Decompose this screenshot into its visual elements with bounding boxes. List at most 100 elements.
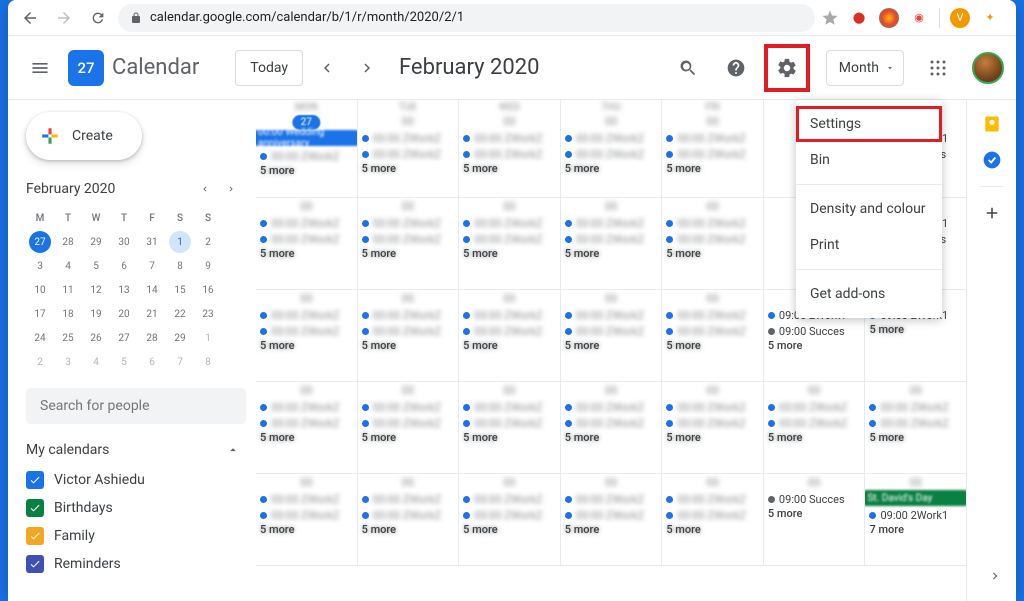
mini-calendar-day[interactable]: 7 <box>166 350 194 374</box>
profile-badge[interactable]: V <box>950 8 970 28</box>
day-cell[interactable]: MON2700:00 Wedding anniversary00:00 ZWor… <box>256 100 358 197</box>
mini-calendar-day[interactable]: 28 <box>54 230 82 254</box>
more-events-link[interactable]: 7 more <box>869 523 962 536</box>
browser-forward-button[interactable] <box>50 4 78 32</box>
mini-calendar-day[interactable]: 19 <box>82 302 110 326</box>
event-item[interactable]: 09:00 2Work1 <box>869 507 962 523</box>
mini-calendar-day[interactable]: 12 <box>82 278 110 302</box>
create-button[interactable]: Create <box>26 112 142 160</box>
day-cell[interactable]: 0000:00 ZWorkZ00:00 ZWorkZ5 more <box>662 290 764 381</box>
day-cell[interactable]: TUE0000:00 ZWorkZ00:00 ZWorkZ5 more <box>358 100 460 197</box>
settings-menu-item[interactable]: Print <box>796 227 942 263</box>
day-cell[interactable]: 0000:00 ZWorkZ00:00 ZWorkZ5 more <box>561 474 663 565</box>
mini-calendar-day[interactable]: 3 <box>26 254 54 278</box>
my-calendars-toggle[interactable]: My calendars <box>26 442 246 458</box>
settings-gear-button[interactable] <box>764 44 810 92</box>
mini-calendar-day[interactable]: 4 <box>54 254 82 278</box>
tasks-addon-icon[interactable] <box>982 150 1002 170</box>
calendar-toggle-item[interactable]: Family <box>26 522 246 550</box>
google-apps-button[interactable] <box>918 48 958 88</box>
main-menu-button[interactable] <box>20 48 60 88</box>
mini-calendar-day[interactable]: 11 <box>54 278 82 302</box>
day-cell[interactable]: 0000:00 ZWorkZ00:00 ZWorkZ5 more <box>256 474 358 565</box>
day-cell[interactable]: 0000:00 ZWorkZ00:00 ZWorkZ5 more <box>358 474 460 565</box>
extension-icon-4[interactable]: ✦ <box>980 8 1000 28</box>
mini-calendar-day[interactable]: 31 <box>138 230 166 254</box>
day-cell[interactable]: WED0000:00 ZWorkZ00:00 ZWorkZ5 more <box>459 100 561 197</box>
mini-calendar-day[interactable]: 5 <box>110 350 138 374</box>
settings-menu-item[interactable]: Get add-ons <box>796 276 942 312</box>
extension-icon-2[interactable] <box>879 8 899 28</box>
mini-calendar-day[interactable]: 27 <box>29 231 51 253</box>
mini-calendar-day[interactable]: 1 <box>169 231 191 253</box>
day-cell[interactable]: 0000:00 ZWorkZ00:00 ZWorkZ5 more <box>865 382 966 473</box>
support-button[interactable] <box>716 48 756 88</box>
mini-calendar-day[interactable]: 20 <box>110 302 138 326</box>
day-cell[interactable]: 0000:00 ZWorkZ00:00 ZWorkZ5 more <box>459 198 561 289</box>
mini-calendar-day[interactable]: 5 <box>82 254 110 278</box>
mini-calendar-day[interactable]: 29 <box>82 230 110 254</box>
mini-calendar-day[interactable]: 2 <box>194 230 222 254</box>
day-cell[interactable]: 0000:00 ZWorkZ00:00 ZWorkZ5 more <box>662 474 764 565</box>
calendar-toggle-item[interactable]: Reminders <box>26 550 246 578</box>
settings-menu-item[interactable]: Settings <box>796 106 942 142</box>
more-events-link[interactable]: 5 more <box>768 507 861 520</box>
day-cell[interactable]: 0000:00 ZWorkZ00:00 ZWorkZ5 more <box>662 382 764 473</box>
mini-calendar-day[interactable]: 7 <box>138 254 166 278</box>
mini-calendar-day[interactable]: 18 <box>54 302 82 326</box>
mini-calendar-day[interactable]: 6 <box>110 254 138 278</box>
view-selector[interactable]: Month <box>826 50 904 86</box>
mini-calendar-day[interactable]: 2 <box>26 350 54 374</box>
browser-reload-button[interactable] <box>84 4 112 32</box>
event-item[interactable]: 09:00 Succes <box>768 491 861 507</box>
mini-calendar-day[interactable]: 29 <box>166 326 194 350</box>
mini-calendar-day[interactable]: 8 <box>194 350 222 374</box>
mini-calendar-day[interactable]: 24 <box>26 326 54 350</box>
settings-menu-item[interactable]: Density and colour <box>796 191 942 227</box>
mini-calendar-day[interactable]: 17 <box>26 302 54 326</box>
search-button[interactable] <box>668 48 708 88</box>
prev-period-button[interactable] <box>311 52 343 84</box>
day-cell[interactable]: THU0000:00 ZWorkZ00:00 ZWorkZ5 more <box>561 100 663 197</box>
mini-calendar-day[interactable]: 22 <box>166 302 194 326</box>
day-cell[interactable]: 0000:00 ZWorkZ00:00 ZWorkZ5 more <box>662 198 764 289</box>
mini-calendar-day[interactable]: 10 <box>26 278 54 302</box>
mini-calendar-day[interactable]: 21 <box>138 302 166 326</box>
keep-addon-icon[interactable] <box>982 114 1002 134</box>
mini-calendar-day[interactable]: 1 <box>194 326 222 350</box>
mini-calendar-day[interactable]: 28 <box>138 326 166 350</box>
day-cell[interactable]: 0000:00 ZWorkZ00:00 ZWorkZ5 more <box>358 382 460 473</box>
mini-next-button[interactable] <box>220 178 242 200</box>
extension-icon-3[interactable]: ◉ <box>909 8 929 28</box>
next-period-button[interactable] <box>351 52 383 84</box>
day-cell[interactable]: 0000:00 ZWorkZ00:00 ZWorkZ5 more <box>561 382 663 473</box>
mini-calendar-day[interactable]: 30 <box>110 230 138 254</box>
mini-calendar-day[interactable]: 23 <box>194 302 222 326</box>
extension-icon-1[interactable]: ⬤ <box>849 8 869 28</box>
mini-calendar-day[interactable]: 4 <box>82 350 110 374</box>
day-cell[interactable]: 0000:00 ZWorkZ00:00 ZWorkZ5 more <box>459 382 561 473</box>
search-people-input[interactable] <box>26 388 246 424</box>
day-cell[interactable]: 0000:00 ZWorkZ00:00 ZWorkZ5 more <box>561 290 663 381</box>
mini-calendar-day[interactable]: 6 <box>138 350 166 374</box>
event-item[interactable]: 09:00 Succes <box>768 323 861 339</box>
bookmark-star-icon[interactable] <box>821 9 839 27</box>
day-cell[interactable]: 0000:00 ZWorkZ00:00 ZWorkZ5 more <box>358 198 460 289</box>
mini-calendar-day[interactable]: 14 <box>138 278 166 302</box>
today-button[interactable]: Today <box>235 50 303 86</box>
day-cell[interactable]: 0000:00 ZWorkZ00:00 ZWorkZ5 more <box>459 290 561 381</box>
browser-back-button[interactable] <box>16 4 44 32</box>
day-cell[interactable]: FRI0000:00 ZWorkZ00:00 ZWorkZ5 more <box>662 100 764 197</box>
day-cell[interactable]: 0000:00 ZWorkZ00:00 ZWorkZ5 more <box>561 198 663 289</box>
settings-menu-item[interactable]: Bin <box>796 142 942 178</box>
calendar-toggle-item[interactable]: Birthdays <box>26 494 246 522</box>
mini-calendar-day[interactable]: 25 <box>54 326 82 350</box>
day-cell[interactable]: 0000:00 ZWorkZ00:00 ZWorkZ5 more <box>358 290 460 381</box>
calendar-toggle-item[interactable]: Victor Ashiedu <box>26 466 246 494</box>
mini-calendar-day[interactable]: 3 <box>54 350 82 374</box>
mini-calendar-day[interactable]: 27 <box>110 326 138 350</box>
day-cell[interactable]: 0009:00 Succes5 more <box>764 474 866 565</box>
mini-calendar-day[interactable]: 16 <box>194 278 222 302</box>
side-panel-collapse-button[interactable] <box>988 569 1002 583</box>
day-cell[interactable]: 00St. David's Day09:00 2Work17 more <box>865 474 966 565</box>
